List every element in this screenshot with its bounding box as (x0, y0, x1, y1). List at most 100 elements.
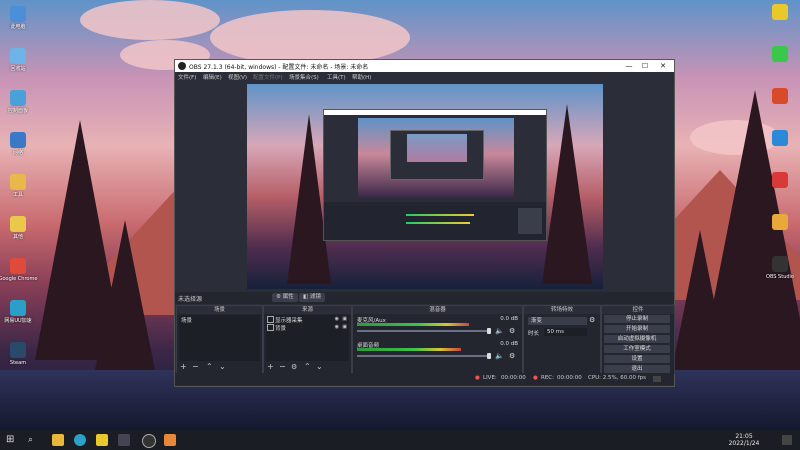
lock-icon[interactable]: ▣ (342, 324, 347, 330)
minimize-button[interactable]: — (623, 61, 635, 71)
desktop-icon[interactable]: 其他 (0, 216, 38, 240)
mic-level-meter (357, 323, 469, 326)
scene-item[interactable]: 场景 (181, 316, 192, 324)
filters-button[interactable]: ◧ 滤镜 (299, 293, 325, 302)
desktop-icon[interactable]: 回收站 (0, 48, 38, 72)
desktop-icon[interactable] (760, 88, 800, 106)
app-icon (10, 174, 26, 190)
move-up-icon[interactable]: ⌃ (304, 362, 311, 372)
desktop-icon[interactable]: 网易UU加速 (0, 300, 38, 324)
move-down-icon[interactable]: ⌄ (316, 362, 323, 372)
start-virtual-camera-button[interactable]: 启动虚拟摄像机 (604, 335, 670, 343)
menu-file[interactable]: 文件(F) (178, 73, 196, 81)
studio-mode-button[interactable]: 工作室模式 (604, 345, 670, 353)
speaker-icon[interactable]: 🔈 (495, 327, 504, 335)
desktop-level-meter (357, 348, 461, 351)
file-explorer-icon[interactable] (52, 434, 64, 446)
transition-select[interactable]: 渐变 (528, 317, 587, 325)
speaker-icon[interactable]: 🔈 (495, 352, 504, 360)
gear-icon[interactable]: ⚙ (509, 352, 515, 360)
uu-accelerator-icon[interactable] (74, 434, 86, 446)
menu-tools[interactable]: 工具(T) (327, 73, 346, 81)
desktop-icon[interactable] (760, 46, 800, 64)
close-button[interactable]: ✕ (657, 61, 669, 71)
system-clock[interactable]: 21:05 2022/1/24 (724, 433, 764, 447)
mic-channel-db: 0.0 dB (500, 316, 518, 322)
desktop-icon[interactable]: Steam (0, 342, 38, 366)
source-settings-icon[interactable]: ⚙ (291, 362, 297, 372)
source-item-background[interactable]: 背景 (275, 324, 286, 332)
desktop-icon-label: 控制面板 (7, 108, 28, 114)
menu-view[interactable]: 视图(V) (228, 73, 247, 81)
source-item-display-capture[interactable]: 显示器采集 (275, 316, 303, 324)
maximize-button[interactable]: ☐ (639, 61, 651, 71)
properties-label: 属性 (282, 294, 294, 300)
menu-edit[interactable]: 编辑(E) (203, 73, 222, 81)
scenes-list[interactable]: 场景 (179, 315, 260, 361)
app-icon (10, 258, 26, 274)
app-icon (772, 46, 788, 62)
controls-header: 控件 (602, 306, 674, 314)
window-title: OBS 27.1.3 (64-bit, windows) - 配置文件: 未命名… (189, 64, 369, 71)
desktop-icon-label: OBS Studio (766, 274, 794, 280)
app-icon (10, 300, 26, 316)
nested-preview-window (323, 109, 547, 241)
desktop-icon[interactable] (760, 130, 800, 148)
visibility-eye-icon[interactable]: ◉ (335, 324, 339, 330)
lock-icon[interactable]: ▣ (342, 316, 347, 322)
desktop-icon-label: 其他 (12, 234, 23, 240)
sources-list[interactable]: 显示器采集 背景 ◉ ▣ ◉ ▣ (266, 315, 349, 361)
menu-help[interactable]: 帮助(H) (352, 73, 371, 81)
sources-dock: 来源 显示器采集 背景 ◉ ▣ ◉ ▣ + − ⚙ ⌃ ⌄ (263, 305, 352, 374)
move-down-icon[interactable]: ⌄ (219, 362, 226, 372)
properties-button[interactable]: ⚙ 属性 (272, 293, 298, 302)
app-icon[interactable] (164, 434, 176, 446)
mic-volume-knob[interactable] (487, 328, 491, 334)
gear-icon[interactable]: ⚙ (589, 316, 595, 324)
app-icon (10, 216, 26, 232)
stop-recording-button[interactable]: 停止录制 (604, 315, 670, 323)
desktop-volume-knob[interactable] (487, 353, 491, 359)
desktop-icon[interactable]: Google Chrome (0, 258, 38, 282)
settings-button[interactable]: 设置 (604, 355, 670, 363)
remove-source-icon[interactable]: − (279, 362, 286, 372)
cpu-fps: CPU: 2.5%, 60.00 fps (588, 375, 647, 381)
search-icon[interactable]: ⌕ (28, 434, 40, 446)
app-icon (772, 172, 788, 188)
filters-label: 滤镜 (309, 294, 321, 300)
desktop-icon-label: 此电脑 (10, 24, 26, 30)
desktop-icon[interactable] (760, 4, 800, 22)
app-icon[interactable] (118, 434, 130, 446)
desktop-icon[interactable]: 网络 (0, 132, 38, 156)
start-recording-button[interactable]: 开始录制 (604, 325, 670, 333)
status-bar: ● LIVE: 00:00:00 ● REC: 00:00:00 CPU: 2.… (175, 373, 674, 385)
menu-scene-collection[interactable]: 场景集合(S) (289, 73, 319, 81)
add-source-icon[interactable]: + (267, 362, 274, 372)
mic-volume-slider[interactable] (357, 330, 489, 332)
menu-profile[interactable]: 配置文件(P) (253, 73, 283, 81)
move-up-icon[interactable]: ⌃ (206, 362, 213, 372)
desktop-icon[interactable]: 工具 (0, 174, 38, 198)
gear-icon[interactable]: ⚙ (509, 327, 515, 335)
obs-taskbar-icon[interactable] (142, 434, 156, 448)
add-scene-icon[interactable]: + (180, 362, 187, 372)
duration-input[interactable]: 50 ms (544, 328, 587, 336)
desktop-icon[interactable]: OBS Studio (760, 256, 800, 280)
app-icon (772, 88, 788, 104)
exit-button[interactable]: 退出 (604, 365, 670, 373)
desktop-icon[interactable] (760, 214, 800, 232)
app-icon (10, 342, 26, 358)
remove-scene-icon[interactable]: − (192, 362, 199, 372)
preview-canvas[interactable] (247, 84, 603, 289)
desktop-icon[interactable]: 控制面板 (0, 90, 38, 114)
windows-start-icon[interactable]: ⊞ (6, 434, 18, 446)
app-icon[interactable] (96, 434, 108, 446)
desktop-icon[interactable]: 此电脑 (0, 6, 38, 30)
desktop-volume-slider[interactable] (357, 355, 489, 357)
desktop-icon-label: 回收站 (10, 66, 26, 72)
app-icon (10, 90, 26, 106)
notification-icon[interactable] (782, 435, 792, 445)
visibility-eye-icon[interactable]: ◉ (335, 316, 339, 322)
menu-bar: 文件(F) 编辑(E) 视图(V) 配置文件(P) 场景集合(S) 工具(T) … (175, 72, 674, 82)
desktop-icon[interactable] (760, 172, 800, 190)
